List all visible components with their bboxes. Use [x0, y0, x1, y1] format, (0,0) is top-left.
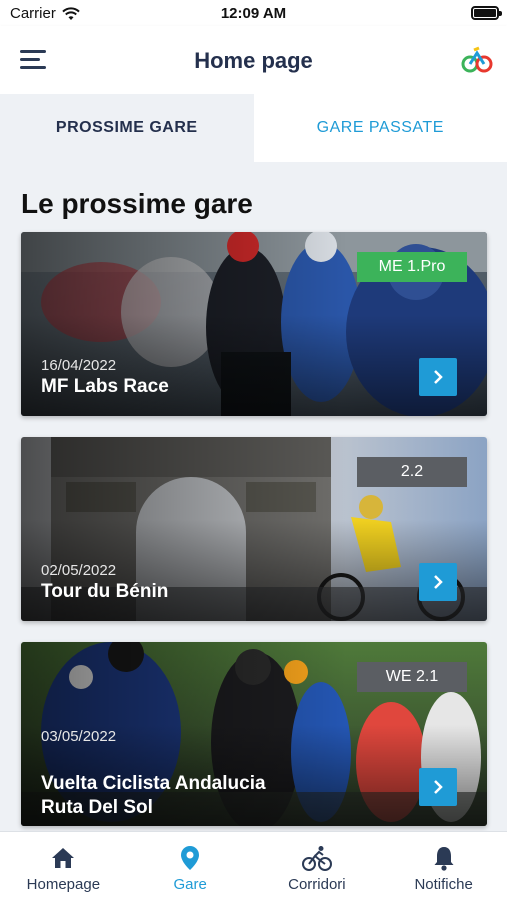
status-time: 12:09 AM	[220, 5, 287, 22]
page-title: Home page	[194, 48, 313, 73]
cycling-logo-icon	[461, 46, 493, 73]
tabbar-item-homepage[interactable]: Homepage	[0, 832, 127, 900]
bicycle-rider-icon	[301, 846, 332, 871]
location-pin-icon	[181, 846, 200, 870]
bottom-tab-bar: Homepage Gare Corridori Notifiche	[0, 831, 507, 900]
race-date: 03/05/2022	[41, 728, 117, 745]
race-date: 16/04/2022	[41, 357, 117, 374]
race-name: MF Labs Race	[41, 376, 169, 397]
race-name-line-2: Ruta Del Sol	[41, 797, 153, 818]
tabbar-label: Gare	[173, 876, 207, 893]
tab-gare-passate[interactable]: GARE PASSATE	[253, 94, 507, 162]
tabbar-label: Notifiche	[414, 876, 473, 893]
battery-icon	[471, 6, 502, 20]
race-category-badge: ME 1.Pro	[357, 252, 467, 282]
race-card[interactable]: 2.2 02/05/2022 Tour du Bénin	[21, 437, 487, 621]
race-card[interactable]: ME 1.Pro 16/04/2022 MF Labs Race	[21, 232, 487, 416]
chevron-right-icon[interactable]	[419, 563, 457, 601]
chevron-right-icon[interactable]	[419, 358, 457, 396]
tabbar-item-gare[interactable]: Gare	[127, 832, 254, 900]
race-category-badge: WE 2.1	[357, 662, 467, 692]
tabbar-label: Corridori	[288, 876, 346, 893]
app-header: Home page	[0, 26, 507, 94]
race-date: 02/05/2022	[41, 562, 117, 579]
chevron-right-icon[interactable]	[419, 768, 457, 806]
race-name: Tour du Bénin	[41, 581, 169, 602]
race-category-badge: 2.2	[357, 457, 467, 487]
race-tabs: PROSSIME GARE GARE PASSATE	[0, 94, 507, 162]
tabbar-item-corridori[interactable]: Corridori	[254, 832, 381, 900]
bell-icon	[434, 847, 454, 871]
race-card[interactable]: WE 2.1 03/05/2022 Vuelta Ciclista Andalu…	[21, 642, 487, 826]
tabbar-item-notifiche[interactable]: Notifiche	[380, 832, 507, 900]
tabbar-label: Homepage	[26, 876, 101, 893]
home-icon	[52, 848, 75, 868]
section-title: Le prossime gare	[21, 188, 253, 219]
race-name-line-1: Vuelta Ciclista Andalucia	[41, 773, 266, 794]
status-bar: Carrier 12:09 AM	[0, 0, 507, 26]
tab-prossime-gare[interactable]: PROSSIME GARE	[0, 94, 254, 162]
